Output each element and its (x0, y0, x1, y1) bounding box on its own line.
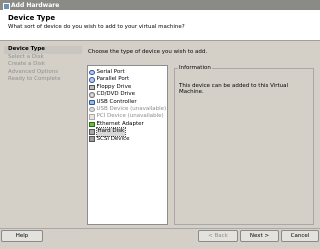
pci-device-icon (89, 114, 95, 120)
device-list-item[interactable]: CD/DVD Drive (88, 91, 167, 98)
device-label: USB Controller (96, 98, 137, 105)
device-list-item[interactable]: Ethernet Adapter (88, 121, 167, 128)
device-list-item[interactable]: USB Controller (88, 99, 167, 106)
device-list-item[interactable]: USB Device (unavailable) (88, 106, 167, 113)
window-title: Add Hardware (11, 1, 60, 9)
add-hardware-icon (2, 2, 10, 10)
parallel-port-icon (89, 77, 95, 83)
device-label: SCSI Device (96, 135, 130, 142)
device-list-item[interactable]: Parallel Port (88, 76, 167, 83)
instruction-text: Choose the type of device you wish to ad… (88, 49, 208, 55)
device-label: USB Device (unavailable) (96, 105, 167, 112)
serial-port-icon (89, 69, 95, 76)
usb-device-icon (89, 106, 95, 113)
cancel-button[interactable]: Cancel (281, 230, 319, 242)
device-list-item[interactable]: Hard Disk (88, 127, 167, 137)
content-area: Choose the type of device you wish to ad… (86, 44, 318, 227)
hard-disk-icon (89, 129, 95, 135)
device-label: PCI Device (unavailable) (96, 113, 164, 120)
page-title: Device Type (8, 14, 56, 22)
information-group: Information This device can be added to … (174, 65, 314, 225)
device-label: CD/DVD Drive (96, 91, 135, 98)
device-type-list[interactable]: Serial Port Parallel Port Floppy Drive CD/D… (87, 65, 168, 225)
help-button[interactable]: Help (1, 230, 43, 242)
device-list-item[interactable]: SCSI Device (88, 136, 167, 143)
next-button[interactable]: Next > (240, 230, 279, 242)
device-list-item[interactable]: Floppy Drive (88, 84, 167, 91)
usb-controller-icon (89, 99, 95, 105)
back-button[interactable]: < Back (198, 230, 238, 242)
step-select-disk: Select a Disk (8, 53, 44, 60)
device-list-item[interactable]: Serial Port (88, 69, 167, 76)
window-titlebar: Add Hardware (0, 0, 320, 10)
information-legend: Information (178, 65, 212, 71)
floppy-drive-icon (89, 84, 95, 91)
device-label: Floppy Drive (96, 83, 132, 90)
scsi-device-icon (89, 136, 95, 142)
device-label: Hard Disk (95, 127, 127, 137)
step-ready-to-complete: Ready to Complete (8, 76, 61, 82)
device-list-item[interactable]: PCI Device (unavailable) (88, 113, 167, 120)
device-label: Ethernet Adapter (96, 120, 144, 127)
step-create-disk: Create a Disk (8, 61, 45, 67)
step-device-type: Device Type (4, 46, 82, 54)
cd-dvd-drive-icon (89, 92, 95, 98)
wizard-steps: Device Type Select a Disk Create a Disk … (4, 46, 82, 226)
ethernet-adapter-icon (89, 121, 95, 128)
device-label: Parallel Port (96, 76, 130, 83)
wizard-header: Device Type What sort of device do you w… (0, 10, 320, 41)
page-subtitle: What sort of device do you wish to add t… (8, 24, 185, 30)
information-message: This device can be added to this Virtual… (179, 83, 289, 95)
device-label: Serial Port (96, 69, 125, 75)
footer-divider (0, 228, 320, 229)
step-advanced-options: Advanced Options (8, 68, 59, 75)
